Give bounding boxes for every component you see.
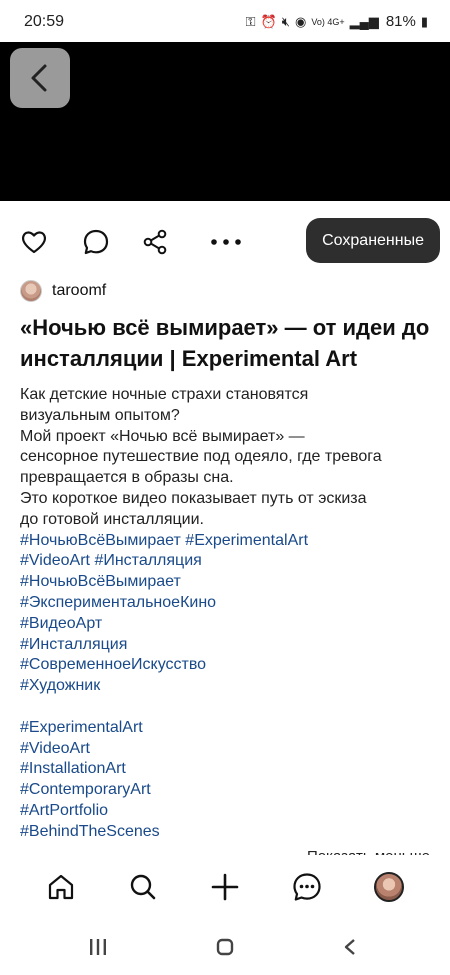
network-type-label: Vo) 4G+: [311, 16, 345, 27]
heart-icon[interactable]: [20, 228, 48, 256]
hashtag-line: #VideoArt: [20, 739, 440, 760]
system-nav-bar: [0, 921, 450, 975]
hashtag-line: #VideoArt #Инсталляция: [20, 551, 440, 572]
hashtag-line: #BehindTheScenes: [20, 822, 440, 843]
status-time: 20:59: [24, 13, 65, 30]
hashtag-link[interactable]: #ContemporaryArt: [20, 781, 151, 798]
hashtag-line: #ВидеоАрт: [20, 614, 440, 635]
hashtag-link[interactable]: #ArtPortfolio: [20, 802, 108, 819]
hashtag-link[interactable]: #ВидеоАрт: [20, 615, 102, 632]
alarm-icon: ⏰: [260, 13, 277, 29]
profile-avatar: [374, 872, 404, 902]
action-row: Сохраненные: [0, 218, 450, 264]
bottom-nav: [0, 855, 450, 921]
hashtag-link[interactable]: #СовременноеИскусство: [20, 656, 206, 673]
mute-icon: 🔇︎: [281, 13, 290, 29]
chevron-left-icon: [31, 64, 47, 92]
hashtag-line: #СовременноеИскусство: [20, 655, 440, 676]
back-system-button[interactable]: [335, 935, 365, 959]
hashtag-line: #InstallationArt: [20, 759, 440, 780]
share-icon[interactable]: [141, 228, 169, 256]
chat-bubble-icon: [293, 873, 321, 901]
hashtag-line: #ContemporaryArt: [20, 780, 440, 801]
hotspot-icon: ◉: [294, 13, 307, 29]
home-system-button[interactable]: [210, 935, 240, 959]
post-title: «Ночью всё вымирает» — от идеи до инстал…: [20, 315, 430, 371]
description-line: до готовой инсталляции.: [20, 510, 204, 528]
battery-percent: 81%: [385, 13, 416, 30]
recent-apps-button[interactable]: [83, 935, 113, 959]
search-icon: [130, 874, 156, 900]
hashtag-link[interactable]: #НочьюВсёВымирает: [20, 573, 181, 590]
hashtag-line: #Художник: [20, 676, 440, 697]
home-square-icon: [216, 938, 234, 956]
hashtag-line: #ArtPortfolio: [20, 801, 440, 822]
hashtag-link[interactable]: #ЭкспериментальноеКино: [20, 594, 216, 611]
saved-button[interactable]: Сохраненные: [306, 218, 440, 263]
recent-apps-icon: [90, 939, 106, 955]
battery-icon: ▮: [420, 13, 428, 29]
hashtag-link[interactable]: #ExperimentalArt: [185, 532, 308, 549]
hashtag-link[interactable]: #ExperimentalArt: [20, 719, 143, 736]
post-author[interactable]: taroomf: [20, 280, 106, 302]
hashtag-line: #Инсталляция: [20, 635, 440, 656]
plus-icon: [211, 873, 239, 901]
description-line: Мой проект «Ночью всё вымирает» —: [20, 427, 305, 445]
hashtag-line: #ExperimentalArt: [20, 718, 440, 739]
description-line: сенсорное путешествие под одеяло, где тр…: [20, 448, 382, 466]
nav-messages[interactable]: [291, 871, 323, 903]
comment-bubble-icon[interactable]: [82, 228, 110, 256]
author-avatar[interactable]: [20, 280, 42, 302]
more-dots-icon[interactable]: [209, 228, 243, 256]
hashtag-link[interactable]: #НочьюВсёВымирает: [20, 532, 181, 549]
post-description: Как детские ночные страхи становятся визу…: [20, 385, 440, 843]
video-player[interactable]: [0, 42, 450, 201]
hashtag-line: #НочьюВсёВымирает: [20, 572, 440, 593]
hashtag-link[interactable]: #Инсталляция: [20, 636, 127, 653]
hashtag-link[interactable]: #InstallationArt: [20, 760, 126, 777]
hashtag-link[interactable]: #BehindTheScenes: [20, 823, 160, 840]
status-icons: ⚿ ⏰ 🔇︎ ◉ Vo) 4G+ ▂▄▆ 81% ▮: [246, 13, 428, 30]
nav-search[interactable]: [127, 871, 159, 903]
description-line: Это короткое видео показывает путь от эс…: [20, 489, 367, 507]
description-line: Как детские ночные страхи становятся: [20, 386, 309, 403]
signal-icon: ▂▄▆: [349, 13, 379, 29]
hashtag-link[interactable]: #VideoArt: [20, 552, 90, 569]
nav-home[interactable]: [45, 871, 77, 903]
key-icon: ⚿: [245, 13, 256, 29]
description-line: превращается в образы сна.: [20, 469, 234, 487]
nav-profile[interactable]: [373, 871, 405, 903]
hashtag-link[interactable]: #Художник: [20, 677, 100, 694]
back-arrow-icon: [344, 939, 355, 955]
description-line: визуальным опытом?: [20, 406, 180, 424]
home-icon: [48, 874, 74, 900]
hashtag-link[interactable]: #Инсталляция: [94, 552, 201, 569]
back-button[interactable]: [10, 48, 70, 108]
status-bar: 20:59 ⚿ ⏰ 🔇︎ ◉ Vo) 4G+ ▂▄▆ 81% ▮: [0, 0, 450, 42]
hashtag-link[interactable]: #VideoArt: [20, 740, 90, 757]
nav-create[interactable]: [209, 871, 241, 903]
author-name[interactable]: taroomf: [52, 282, 106, 300]
hashtag-line: #ЭкспериментальноеКино: [20, 593, 440, 614]
hashtag-line: #НочьюВсёВымирает #ExperimentalArt: [20, 531, 440, 552]
